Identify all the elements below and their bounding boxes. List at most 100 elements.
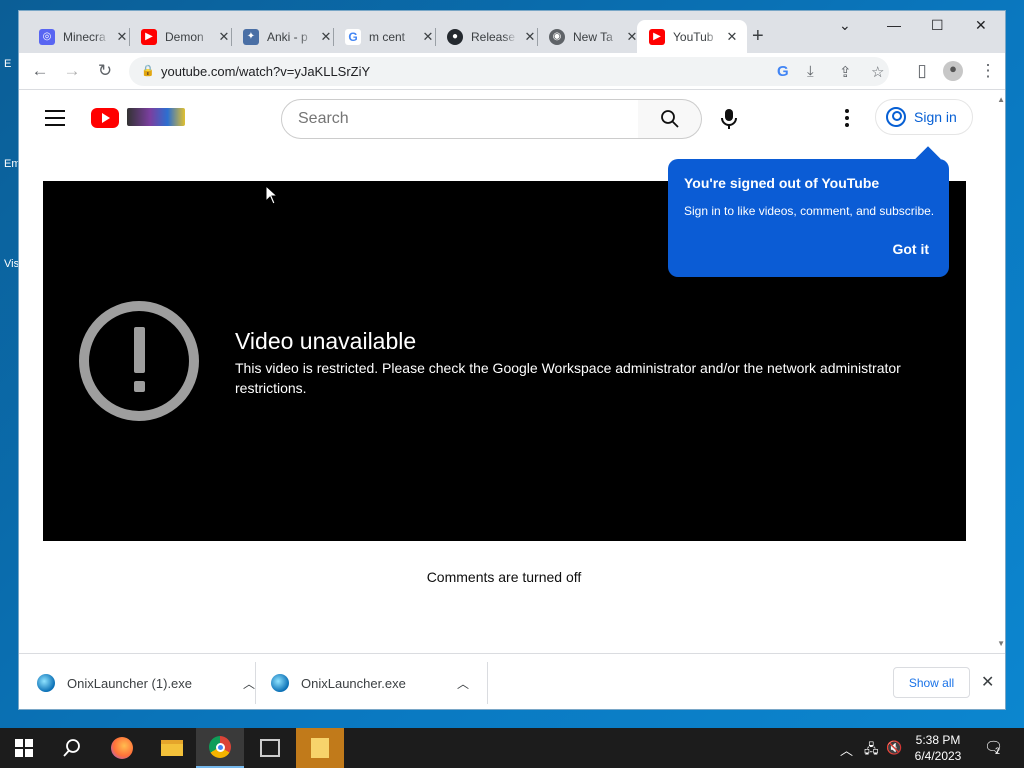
forward-button[interactable]: →	[61, 61, 83, 81]
search-icon	[63, 739, 80, 757]
scroll-up-arrow[interactable]: ▲	[997, 95, 1005, 104]
app-window-icon	[260, 739, 280, 757]
clock-time: 5:38 PM	[915, 733, 961, 747]
chrome-icon	[209, 736, 231, 758]
windows-logo-icon	[15, 739, 33, 757]
search-taskbar-button[interactable]	[48, 728, 96, 768]
search-icon	[660, 110, 679, 128]
download-filename: OnixLauncher.exe	[301, 675, 406, 691]
tab-title: m cent	[369, 29, 406, 44]
tab-demon[interactable]: ▶ Demon ✕	[129, 20, 239, 53]
clock-date: 6/4/2023	[914, 749, 962, 763]
side-panel-icon[interactable]: ▯	[911, 61, 933, 81]
download-filename: OnixLauncher (1).exe	[67, 675, 193, 691]
youtube-logo[interactable]	[91, 108, 119, 128]
install-icon[interactable]: ⤓	[807, 63, 814, 80]
search-input[interactable]	[298, 110, 618, 128]
share-icon[interactable]: ⇪	[839, 63, 852, 81]
anki-icon: ✦	[243, 28, 259, 45]
youtube-header: Sign in	[19, 91, 1005, 147]
tab-strip: ◎ Minecra ✕ ▶ Demon ✕ ✦ Anki - p ✕ G m c…	[19, 11, 1005, 53]
address-bar[interactable]: 🔒 youtube.com/watch?v=yJaKLLSrZiY G ⤓ ⇪ …	[129, 57, 889, 86]
desktop-icon[interactable]: E	[4, 58, 11, 70]
new-tab-button[interactable]: +	[752, 25, 764, 48]
download-bar: OnixLauncher (1).exe ︿ OnixLauncher.exe …	[19, 653, 1005, 709]
maximize-button[interactable]: ☐	[931, 17, 944, 34]
folder-icon	[161, 740, 183, 756]
notification-center-icon[interactable]: 🗨2	[984, 738, 1008, 756]
chrome-taskbar-button[interactable]	[196, 728, 244, 768]
tab-title: Anki - p	[267, 29, 308, 44]
reload-button[interactable]: ↻	[94, 61, 116, 81]
close-download-bar-icon[interactable]: ✕	[981, 672, 994, 692]
scroll-down-arrow[interactable]: ▼	[997, 639, 1005, 648]
headset-icon: ◎	[39, 28, 55, 45]
tab-youtube[interactable]: ▶ YouTub ✕	[637, 20, 747, 53]
comments-status: Comments are turned off	[426, 569, 582, 585]
tab-new-tab[interactable]: ◉ New Ta ✕	[537, 20, 647, 53]
youtube-icon: ▶	[649, 28, 665, 45]
microphone-icon[interactable]	[719, 108, 739, 130]
search-button[interactable]	[638, 99, 702, 139]
tab-anki[interactable]: ✦ Anki - p ✕	[231, 20, 341, 53]
chrome-menu-icon[interactable]: ⋮	[977, 61, 999, 81]
got-it-button[interactable]: Got it	[892, 241, 929, 257]
show-all-button[interactable]: Show all	[893, 667, 970, 698]
desktop-icon[interactable]: Vis	[4, 258, 19, 270]
chrome-window: ◎ Minecra ✕ ▶ Demon ✕ ✦ Anki - p ✕ G m c…	[18, 10, 1006, 710]
chevron-up-icon[interactable]: ︿	[457, 675, 469, 692]
google-lens-icon[interactable]: G	[777, 63, 789, 80]
search-box[interactable]	[281, 99, 639, 139]
tab-title: Minecra	[63, 29, 106, 44]
system-clock[interactable]: 5:38 PM 6/4/2023	[910, 732, 966, 764]
account-icon	[886, 107, 906, 127]
file-explorer-taskbar-button[interactable]	[148, 728, 196, 768]
tab-title: Demon	[165, 29, 204, 44]
back-button[interactable]: ←	[29, 61, 51, 81]
popup-text: Sign in to like videos, comment, and sub…	[684, 204, 935, 218]
lock-icon[interactable]: 🔒	[141, 64, 155, 77]
error-exclamation-icon	[79, 301, 199, 421]
youtube-icon: ▶	[141, 28, 157, 45]
chrome-icon: ◉	[549, 28, 565, 45]
close-window-button[interactable]: ✕	[975, 17, 987, 34]
tab-title: New Ta	[573, 29, 613, 44]
network-icon[interactable]: 🖧	[864, 740, 879, 762]
app-taskbar-button[interactable]	[246, 728, 294, 768]
close-icon[interactable]: ✕	[217, 29, 231, 45]
tab-title: Release	[471, 29, 516, 44]
close-icon[interactable]: ✕	[115, 29, 129, 45]
volume-muted-icon[interactable]: 🔇	[886, 740, 902, 756]
download-item[interactable]: OnixLauncher.exe ︿	[271, 654, 469, 709]
tab-title: YouTub	[673, 29, 714, 44]
tab-search-icon[interactable]: ⌄	[839, 17, 851, 34]
tab-google[interactable]: G m cent ✕	[333, 20, 443, 53]
url-text[interactable]: youtube.com/watch?v=yJaKLLSrZiY	[161, 64, 370, 79]
tab-github[interactable]: ● Release ✕	[435, 20, 545, 53]
close-icon[interactable]: ✕	[523, 29, 537, 45]
bookmark-star-icon[interactable]: ☆	[871, 63, 884, 81]
show-hidden-icons-icon[interactable]: ︿	[840, 740, 853, 759]
tab-minecraft[interactable]: ◎ Minecra ✕	[27, 20, 137, 53]
error-message: This video is restricted. Please check t…	[235, 360, 901, 396]
start-button[interactable]	[0, 728, 48, 768]
sign-in-button[interactable]: Sign in	[875, 99, 973, 135]
settings-menu-icon[interactable]	[845, 109, 849, 130]
firefox-taskbar-button[interactable]	[98, 728, 146, 768]
close-icon[interactable]: ✕	[319, 29, 333, 45]
close-icon[interactable]: ✕	[725, 29, 739, 45]
download-item[interactable]: OnixLauncher (1).exe ︿	[37, 654, 255, 709]
onix-launcher-icon	[271, 674, 289, 692]
hamburger-menu-icon[interactable]	[45, 110, 65, 131]
google-icon: G	[345, 28, 361, 45]
windows-taskbar: ︿ 🖧 🔇 5:38 PM 6/4/2023 🗨2	[0, 728, 1024, 768]
profile-avatar[interactable]: ●	[943, 61, 963, 81]
close-icon[interactable]: ✕	[421, 29, 435, 45]
popup-title: You're signed out of YouTube	[684, 175, 880, 191]
chevron-up-icon[interactable]: ︿	[243, 675, 255, 692]
youtube-doodle-logo[interactable]	[127, 108, 185, 126]
minimize-button[interactable]: —	[887, 17, 901, 33]
onix-taskbar-button[interactable]	[296, 728, 344, 768]
document-icon	[311, 738, 329, 758]
browser-toolbar: ← → ↻ 🔒 youtube.com/watch?v=yJaKLLSrZiY …	[19, 53, 1005, 90]
